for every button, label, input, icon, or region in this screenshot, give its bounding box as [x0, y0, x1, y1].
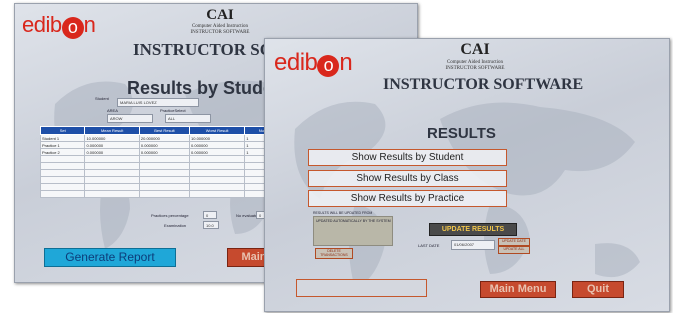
table-cell: 20.000000 — [138, 134, 191, 142]
table-cell — [84, 190, 140, 198]
table-cell — [138, 176, 191, 184]
table-cell — [84, 155, 140, 163]
table-cell — [39, 155, 86, 163]
table-cell — [39, 176, 86, 184]
column-header: Mean Result — [84, 126, 140, 135]
table-cell: Student 1 — [39, 134, 86, 142]
table-cell: 0.000000 — [84, 148, 140, 156]
table-cell: 0.000000 — [138, 148, 191, 156]
examination-value: 10.0 — [203, 221, 219, 229]
table-cell — [189, 169, 246, 177]
table-cell — [84, 162, 140, 170]
table-cell — [84, 176, 140, 184]
table-cell — [39, 190, 86, 198]
table-cell — [138, 169, 191, 177]
delete-transactions-button[interactable]: DELETE TRANSACTIONS — [315, 248, 353, 259]
quit-button[interactable]: Quit — [572, 281, 624, 298]
table-cell: Practice 2 — [39, 148, 86, 156]
table-cell — [189, 155, 246, 163]
instructor-software-title: INSTRUCTOR SOFTWARE — [383, 76, 584, 93]
practices-percentage-label: Practices percentage — [151, 213, 189, 218]
show-results-by-student-button[interactable]: Show Results by Student — [308, 149, 507, 166]
show-results-by-practice-button[interactable]: Show Results by Practice — [308, 190, 507, 207]
results-window: edib o n CAI Computer Aided Instruction INS… — [264, 38, 670, 312]
cai-subtitle: Computer Aided Instruction INSTRUCTOR SOF… — [445, 60, 505, 71]
table-cell — [39, 169, 86, 177]
update-source-item[interactable]: UPDATED AUTOMATICALLY BY THE SYSTEM — [316, 219, 391, 223]
column-header: Set — [39, 126, 86, 135]
instructor-software-title: INSTRUCTOR SOF — [133, 40, 284, 59]
status-box — [296, 279, 427, 297]
column-header: Worst Result — [189, 126, 246, 135]
page-title: RESULTS — [427, 125, 496, 142]
column-header: Best Result — [138, 126, 191, 135]
last-date-field[interactable]: 01/06/2007 — [451, 240, 495, 250]
table-cell — [189, 183, 246, 191]
main-menu-button[interactable]: Main Menu — [480, 281, 556, 298]
show-results-by-class-button[interactable]: Show Results by Class — [308, 170, 507, 187]
table-cell: 0.000000 — [138, 141, 191, 149]
cai-subtitle: Computer Aided Instruction INSTRUCTOR SOF… — [190, 24, 250, 35]
update-source-list[interactable]: UPDATED AUTOMATICALLY BY THE SYSTEM — [313, 216, 393, 246]
area-label: AREA — [107, 108, 118, 113]
area-select[interactable]: AROW — [107, 114, 153, 123]
examination-label: Examination — [164, 223, 187, 228]
table-cell: 0.000000 — [84, 141, 140, 149]
generate-report-button[interactable]: Generate Report — [44, 248, 176, 267]
practices-percentage-value: 0 — [203, 211, 217, 219]
table-cell — [39, 162, 86, 170]
table-cell: 10.000000 — [189, 134, 246, 142]
student-select[interactable]: MARIA LUIS LOVEZ — [117, 98, 199, 107]
table-cell — [189, 162, 246, 170]
table-cell: 0.000000 — [189, 141, 246, 149]
cai-heading: CAI — [460, 41, 490, 58]
update-date-button[interactable]: UPDATE DATE — [498, 238, 530, 246]
table-cell — [189, 190, 246, 198]
table-cell — [138, 190, 191, 198]
table-cell: Practice 1 — [39, 141, 86, 149]
practice-select[interactable]: ALL — [165, 114, 211, 123]
table-cell — [84, 169, 140, 177]
page-title: Results by Studen — [127, 78, 285, 98]
edibon-logo: edib o n — [22, 12, 96, 39]
table-cell — [138, 183, 191, 191]
edibon-logo: edib o n — [274, 49, 353, 77]
update-all-button[interactable]: UPDATE ALL — [498, 246, 530, 254]
table-cell: 10.000000 — [84, 134, 140, 142]
update-caption: RESULTS WILL BE UPDATED FROM — [313, 211, 373, 215]
table-cell — [84, 183, 140, 191]
table-cell — [39, 183, 86, 191]
table-cell — [138, 162, 191, 170]
update-results-button[interactable]: UPDATE RESULTS — [429, 223, 517, 236]
cai-heading: CAI — [206, 7, 234, 23]
table-cell — [138, 155, 191, 163]
practice-select-label: PracticeSelect — [160, 108, 186, 113]
table-cell — [189, 176, 246, 184]
last-date-label: LAST DATE — [418, 243, 440, 248]
student-label: Student — [95, 96, 109, 101]
table-cell: 0.000000 — [189, 148, 246, 156]
